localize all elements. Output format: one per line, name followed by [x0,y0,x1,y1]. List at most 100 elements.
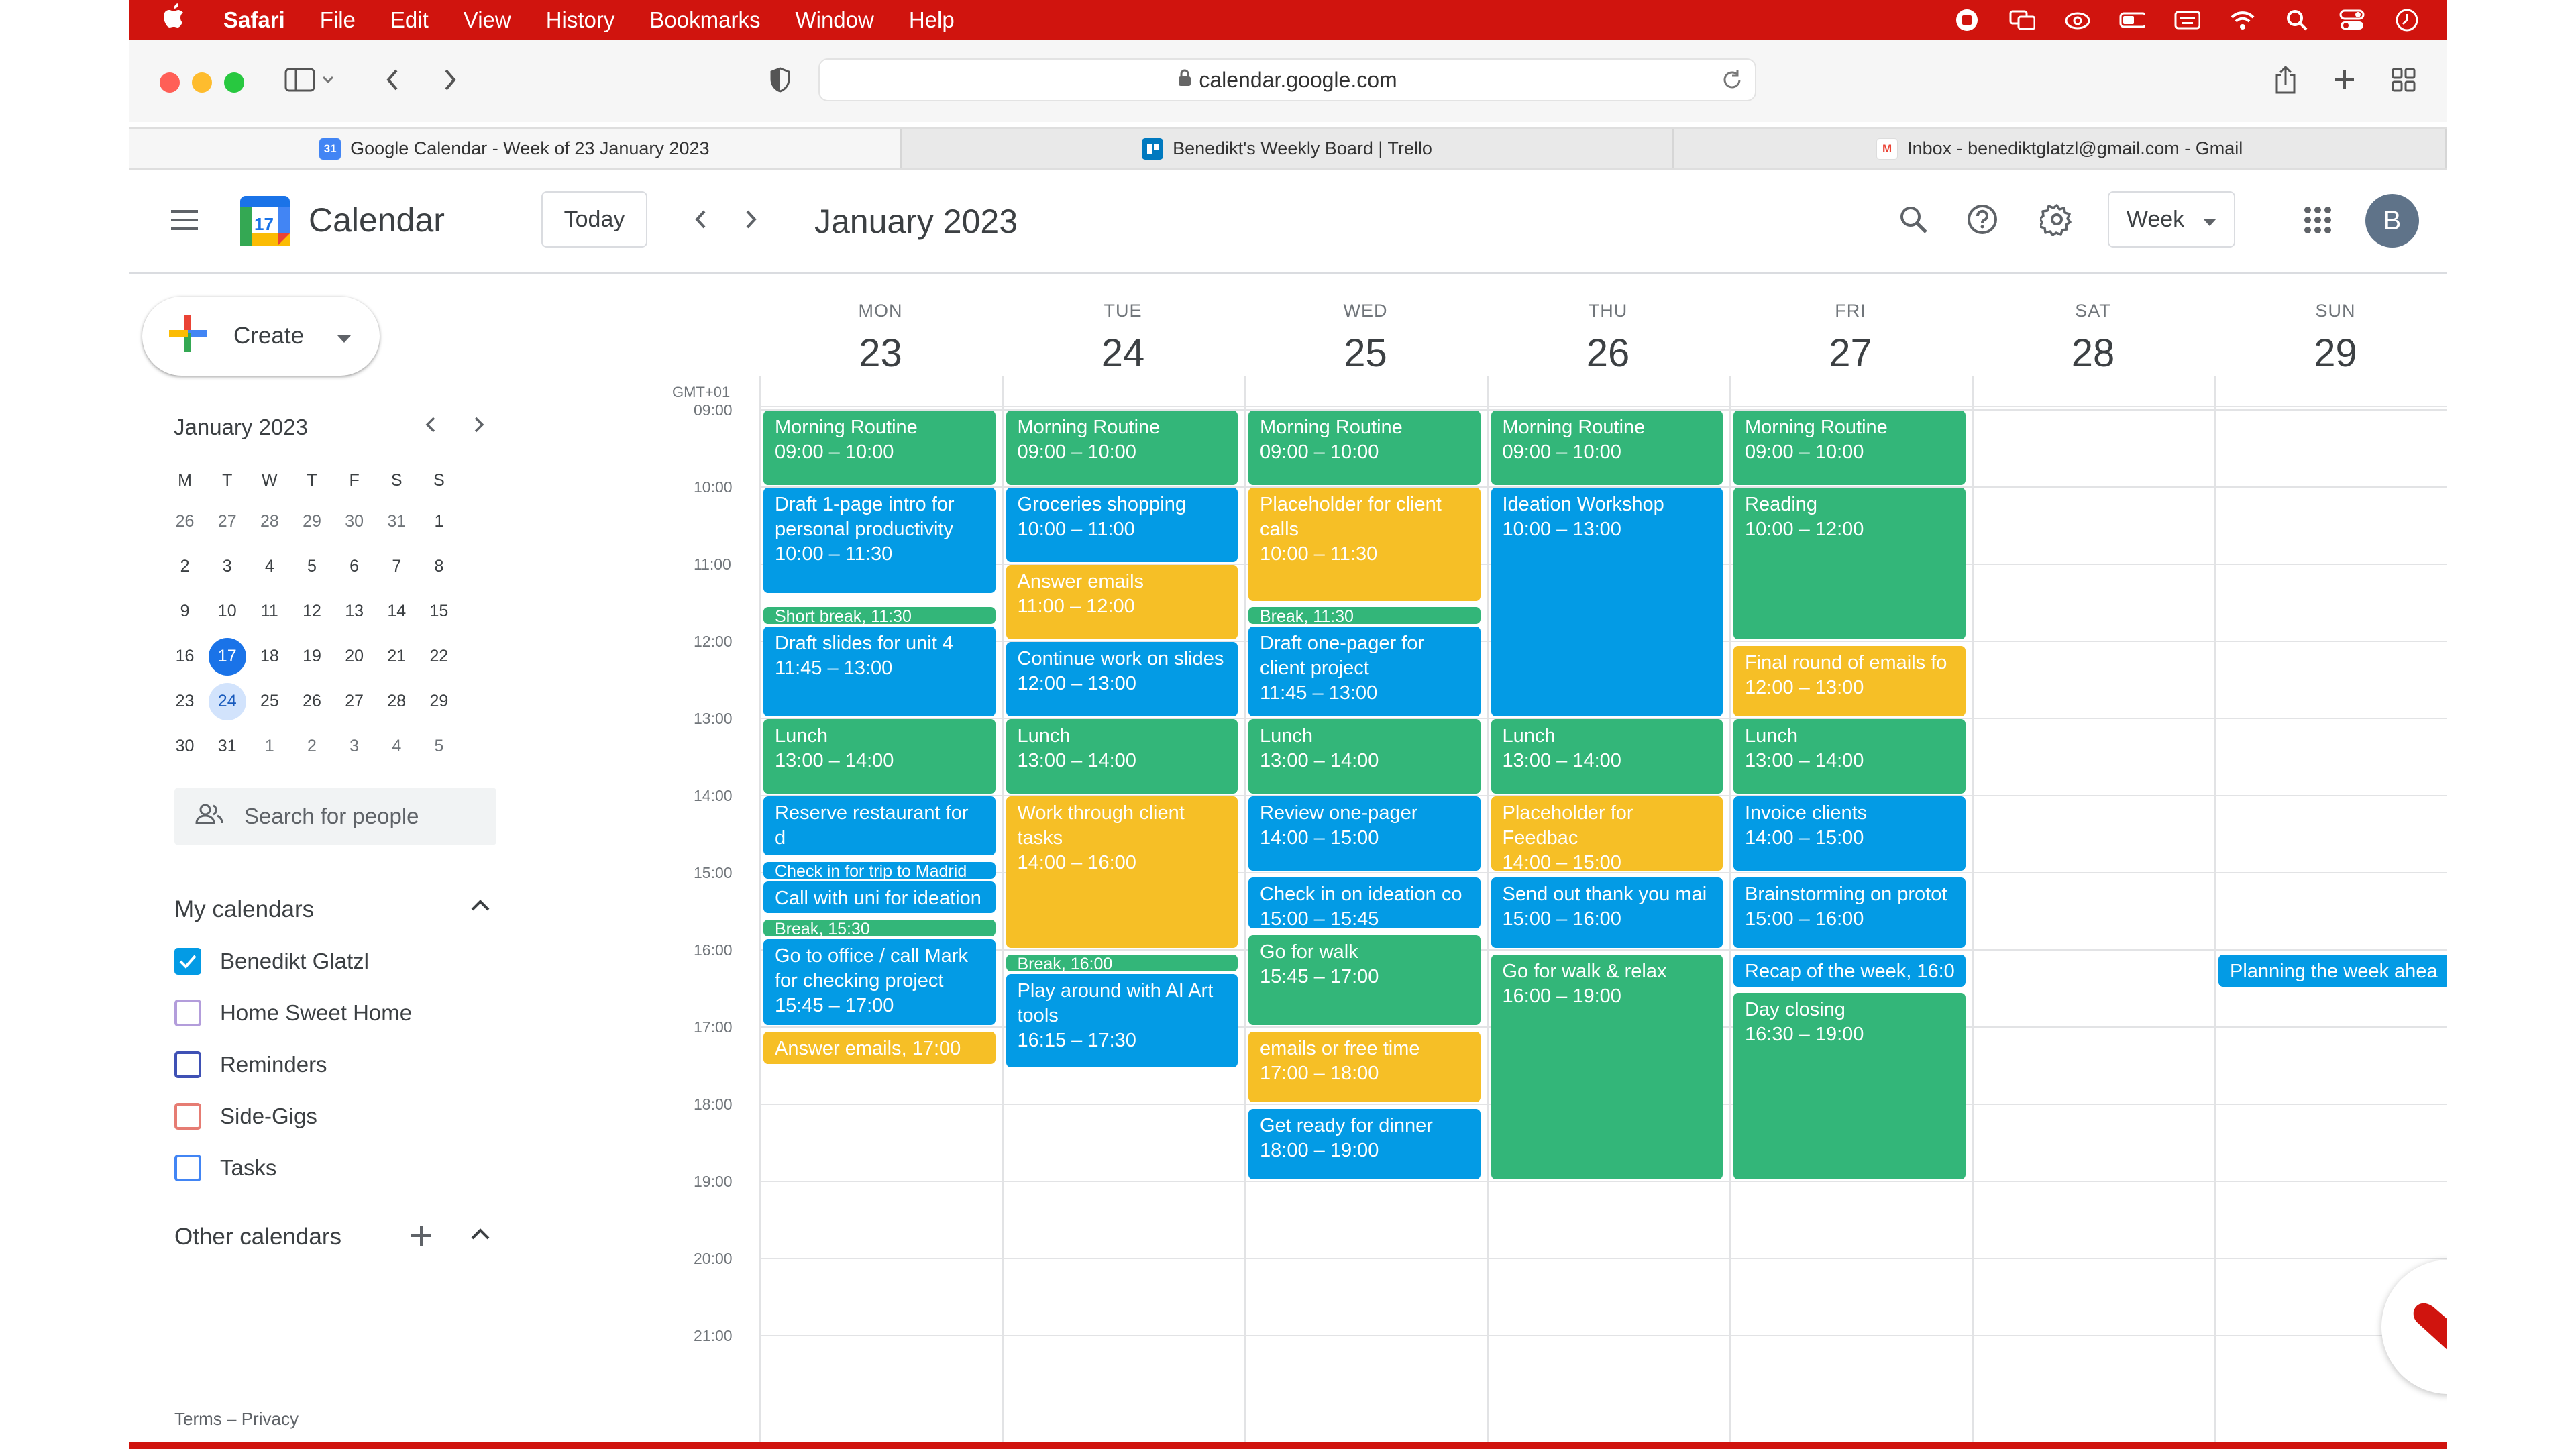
day-header[interactable]: TUE 24 [1002,301,1244,376]
calendar-event[interactable]: Lunch 13:00 – 14:00 [1006,719,1238,794]
mini-day[interactable]: 5 [290,548,333,586]
new-tab-icon[interactable] [2329,64,2360,95]
mini-day[interactable]: 19 [290,638,333,676]
battery-icon[interactable] [2119,9,2145,32]
day-number[interactable]: 26 [1487,331,1729,376]
mini-day[interactable]: 31 [206,728,248,765]
calendar-event[interactable]: Invoice clients 14:00 – 15:00 [1733,796,1966,871]
calendar-event[interactable]: Groceries shopping 10:00 – 11:00 [1006,488,1238,562]
next-week-icon[interactable] [737,205,766,234]
calendar-event[interactable]: Ideation Workshop 10:00 – 13:00 [1491,488,1723,716]
mini-day[interactable]: 17 [206,637,248,676]
mini-day[interactable]: 25 [248,683,290,720]
mini-day[interactable]: 15 [418,593,460,631]
menu-safari[interactable]: Safari [223,7,285,33]
minimize-window-button[interactable] [192,72,212,93]
my-calendars-title[interactable]: My calendars [174,896,314,923]
sidebar-toggle-icon[interactable] [284,64,315,95]
day-number[interactable]: 27 [1729,331,1972,376]
calendar-item[interactable]: Home Sweet Home [174,1000,412,1026]
mini-day[interactable]: 18 [248,638,290,676]
day-number[interactable]: 29 [2214,331,2447,376]
calendar-event[interactable]: Reading 10:00 – 12:00 [1733,488,1966,639]
calendar-event[interactable]: Lunch 13:00 – 14:00 [1733,719,1966,794]
menu-edit[interactable]: Edit [390,7,429,33]
calendar-event[interactable]: Morning Routine 09:00 – 10:00 [1006,411,1238,485]
calendar-event[interactable]: Go to office / call Mark for checking pr… [763,938,996,1025]
tab-trello[interactable]: Benedikt's Weekly Board | Trello [902,129,1674,168]
day-header[interactable]: SUN 29 [2214,301,2447,376]
create-button[interactable]: Create [142,297,380,376]
mini-day[interactable]: 12 [290,593,333,631]
mini-day[interactable]: 3 [333,728,376,765]
mini-day[interactable]: 6 [333,548,376,586]
calendar-checkbox[interactable] [174,1155,201,1181]
calendar-event[interactable]: Work through client tasks 14:00 – 16:00 [1006,796,1238,948]
calendar-event[interactable]: Continue work on slides 12:00 – 13:00 [1006,642,1238,716]
mini-prev-icon[interactable] [424,415,437,438]
calendar-event[interactable]: Recap of the week, 16:0 [1733,954,1966,987]
record-icon[interactable] [1954,9,1980,32]
search-icon[interactable] [1896,202,1931,237]
control-center-icon[interactable] [2339,9,2365,32]
calendar-event[interactable]: Placeholder for client calls 10:00 – 11:3… [1248,488,1481,601]
mini-day[interactable]: 2 [290,728,333,765]
mini-day[interactable]: 16 [164,638,206,676]
menu-bookmarks[interactable]: Bookmarks [649,7,760,33]
address-bar[interactable]: calendar.google.com [818,58,1756,101]
screens-icon[interactable] [2009,9,2035,32]
mini-day[interactable]: 14 [376,593,418,631]
calendar-event[interactable]: Answer emails 11:00 – 12:00 [1006,565,1238,639]
creative-cloud-icon[interactable] [2064,9,2090,32]
mini-day[interactable]: 29 [418,683,460,720]
calendar-event[interactable]: Call with uni for ideation [763,881,996,914]
account-avatar[interactable]: B [2365,194,2419,248]
calendar-event[interactable]: Draft slides for unit 4 11:45 – 13:00 [763,627,996,716]
mini-day[interactable]: 28 [376,683,418,720]
apple-icon[interactable] [160,3,186,36]
menu-help[interactable]: Help [909,7,955,33]
calendar-event[interactable]: Check in on ideation co 15:00 – 15:45 [1248,877,1481,929]
tab-gmail[interactable]: M Inbox - benediktglatzl@gmail.com - Gma… [1674,129,2447,168]
mini-day[interactable]: 23 [164,683,206,720]
calendar-checkbox[interactable] [174,1103,201,1130]
calendar-event[interactable]: Play around with AI Art tools 16:15 – 17:… [1006,973,1238,1068]
calendar-event[interactable]: Lunch 13:00 – 14:00 [1491,719,1723,794]
calendar-event[interactable]: Send out thank you mai 15:00 – 16:00 [1491,877,1723,948]
mini-day[interactable]: 4 [376,728,418,765]
menu-view[interactable]: View [464,7,511,33]
reload-icon[interactable] [1721,69,1743,96]
day-number[interactable]: 23 [759,331,1002,376]
calendar-event[interactable]: Lunch 13:00 – 14:00 [1248,719,1481,794]
collapse-up-icon[interactable] [470,898,491,916]
clock-icon[interactable] [2394,9,2420,32]
mini-day[interactable]: 26 [290,683,333,720]
spotlight-icon[interactable] [2284,9,2310,32]
calendar-event[interactable]: Final round of emails fo 12:00 – 13:00 [1733,645,1966,716]
settings-gear-icon[interactable] [2039,202,2074,237]
mini-day[interactable]: 27 [206,503,248,541]
calendar-event[interactable]: Draft 1-page intro for personal producti… [763,488,996,593]
forward-icon[interactable] [435,64,466,95]
calendar-event[interactable]: Go for walk & relax 16:00 – 19:00 [1491,954,1723,1179]
calendar-event[interactable]: Morning Routine 09:00 – 10:00 [1491,411,1723,485]
calendar-event[interactable]: Short break, 11:30 [763,607,996,624]
day-header[interactable]: SAT 28 [1972,301,2214,376]
calendar-event[interactable]: Lunch 13:00 – 14:00 [763,719,996,794]
day-number[interactable]: 28 [1972,331,2214,376]
calendar-event[interactable]: Planning the week ahea [2218,954,2447,987]
help-icon[interactable] [1965,202,2000,237]
mini-day[interactable]: 4 [248,548,290,586]
mini-next-icon[interactable] [472,415,486,438]
calendar-event[interactable]: Go for walk 15:45 – 17:00 [1248,935,1481,1025]
calendar-event[interactable]: emails or free time 17:00 – 18:00 [1248,1031,1481,1102]
wifi-icon[interactable] [2229,9,2255,32]
mini-day[interactable]: 26 [164,503,206,541]
calendar-item[interactable]: Tasks [174,1155,276,1181]
day-header[interactable]: FRI 27 [1729,301,1972,376]
calendar-event[interactable]: Check in for trip to Madrid [763,861,996,879]
apps-grid-icon[interactable] [2302,205,2333,235]
calendar-checkbox[interactable] [174,1000,201,1026]
search-people-input[interactable]: Search for people [174,788,496,845]
mini-day[interactable]: 2 [164,548,206,586]
